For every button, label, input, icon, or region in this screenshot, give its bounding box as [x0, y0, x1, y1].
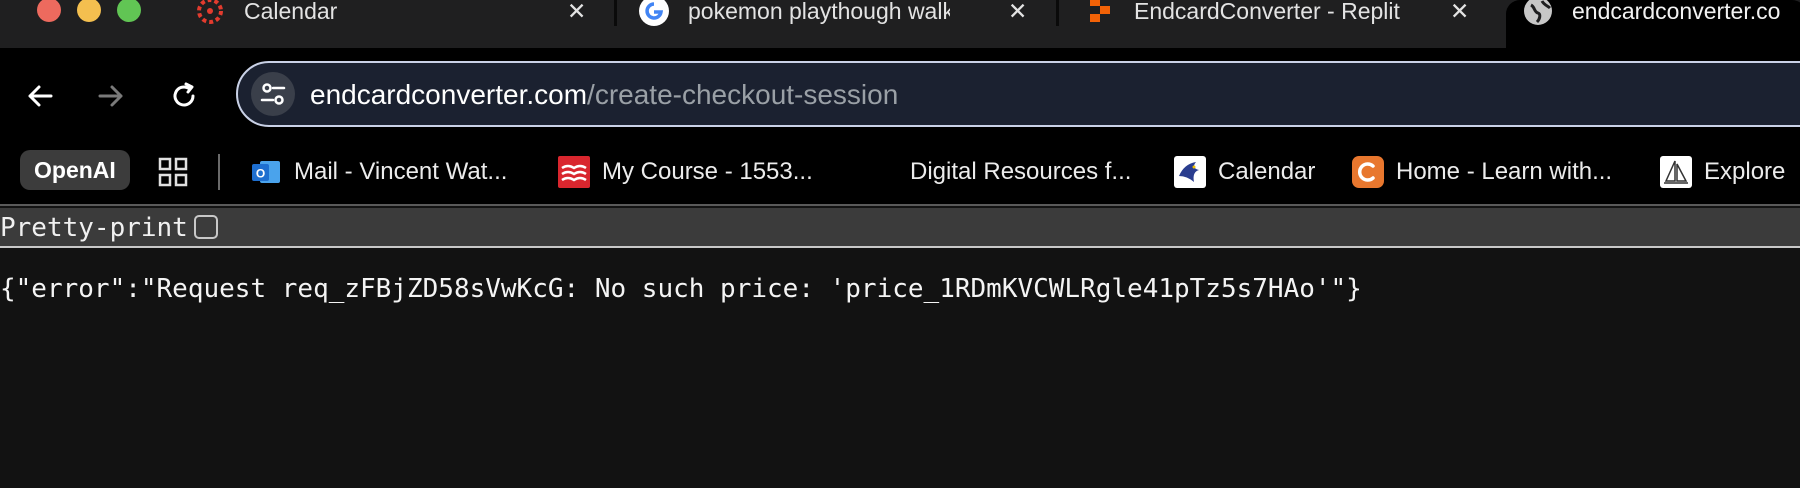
url-path: /create-checkout-session [587, 79, 899, 110]
bookmark-label: Explore [1704, 158, 1786, 185]
pretty-print-checkbox[interactable] [194, 215, 218, 239]
tab-replit[interactable]: EndcardConverter - Replit [1084, 0, 1400, 28]
tab-title: pokemon playthough walkt [688, 0, 950, 24]
arrow-left-icon[interactable] [20, 76, 60, 116]
bookmark-mail[interactable]: O Mail - Vincent Wat... [250, 152, 507, 192]
tab-title: endcardconverter.co [1572, 0, 1781, 24]
globe-icon [1522, 0, 1554, 27]
bookmark-openai[interactable]: OpenAI [20, 150, 130, 190]
sail-icon [1660, 156, 1692, 188]
bookmark-calendar[interactable]: Calendar [1174, 152, 1315, 192]
url-domain: endcardconverter.com [310, 79, 588, 110]
tab-title: EndcardConverter - Replit [1134, 0, 1400, 24]
c-logo-icon [1352, 156, 1384, 188]
bookmark-label: My Course - 1553... [602, 158, 813, 185]
bookmark-my-course[interactable]: My Course - 1553... [558, 152, 813, 192]
arrow-right-icon[interactable] [91, 76, 131, 116]
outlook-icon: O [250, 156, 282, 188]
replit-logo-icon [1084, 0, 1116, 27]
window-minimize-button[interactable] [77, 0, 101, 22]
bookmark-digital-resources[interactable]: Digital Resources f... [910, 152, 1131, 192]
tab-title: Calendar [244, 0, 338, 24]
google-g-icon [638, 0, 670, 27]
url-text[interactable]: endcardconverter.com/create-checkout-ses… [310, 79, 898, 111]
reload-icon[interactable] [164, 76, 204, 116]
json-response-text: {"error":"Request req_zFBjZD58sVwKcG: No… [0, 274, 1362, 304]
bookmark-label: Mail - Vincent Wat... [294, 158, 508, 185]
tab-separator [1056, 0, 1059, 26]
bookmark-home-learn[interactable]: Home - Learn with... [1352, 152, 1612, 192]
bookmark-label: Digital Resources f... [910, 158, 1132, 185]
bookmark-label: Home - Learn with... [1396, 158, 1613, 185]
window-close-button[interactable] [37, 0, 61, 22]
browser-toolbar: endcardconverter.com/create-checkout-ses… [0, 48, 1800, 142]
bookmark-explore[interactable]: Explore [1660, 152, 1785, 192]
eagle-icon [1174, 156, 1206, 188]
canvas-logo-icon [194, 0, 226, 27]
tab-separator [614, 0, 617, 26]
tab-strip: Calendar ✕ pokemon playthough walkt ✕ En… [0, 0, 1800, 48]
svg-text:O: O [256, 167, 265, 181]
apps-grid-icon[interactable] [158, 152, 188, 192]
pretty-print-bar: Pretty-print [0, 208, 1800, 248]
course-icon [558, 156, 590, 188]
pretty-print-label: Pretty-print [0, 213, 188, 243]
bookmark-label: Calendar [1218, 158, 1316, 185]
bookmark-label: OpenAI [34, 156, 116, 183]
window-maximize-button[interactable] [117, 0, 141, 22]
tab-endcardconverter[interactable]: endcardconverter.co [1522, 0, 1780, 28]
tune-icon[interactable] [251, 72, 295, 116]
tab-close-icon[interactable]: ✕ [567, 0, 586, 28]
tab-calendar[interactable]: Calendar [194, 0, 337, 28]
tab-pokemon[interactable]: pokemon playthough walkt [638, 0, 950, 28]
bookmarks-bar: OpenAI O Mail - Vincent Wat... My Course… [0, 142, 1800, 206]
address-bar[interactable]: endcardconverter.com/create-checkout-ses… [236, 61, 1800, 127]
bookmarks-divider [218, 154, 220, 190]
tab-close-icon[interactable]: ✕ [1450, 0, 1469, 28]
tab-close-icon[interactable]: ✕ [1008, 0, 1027, 28]
